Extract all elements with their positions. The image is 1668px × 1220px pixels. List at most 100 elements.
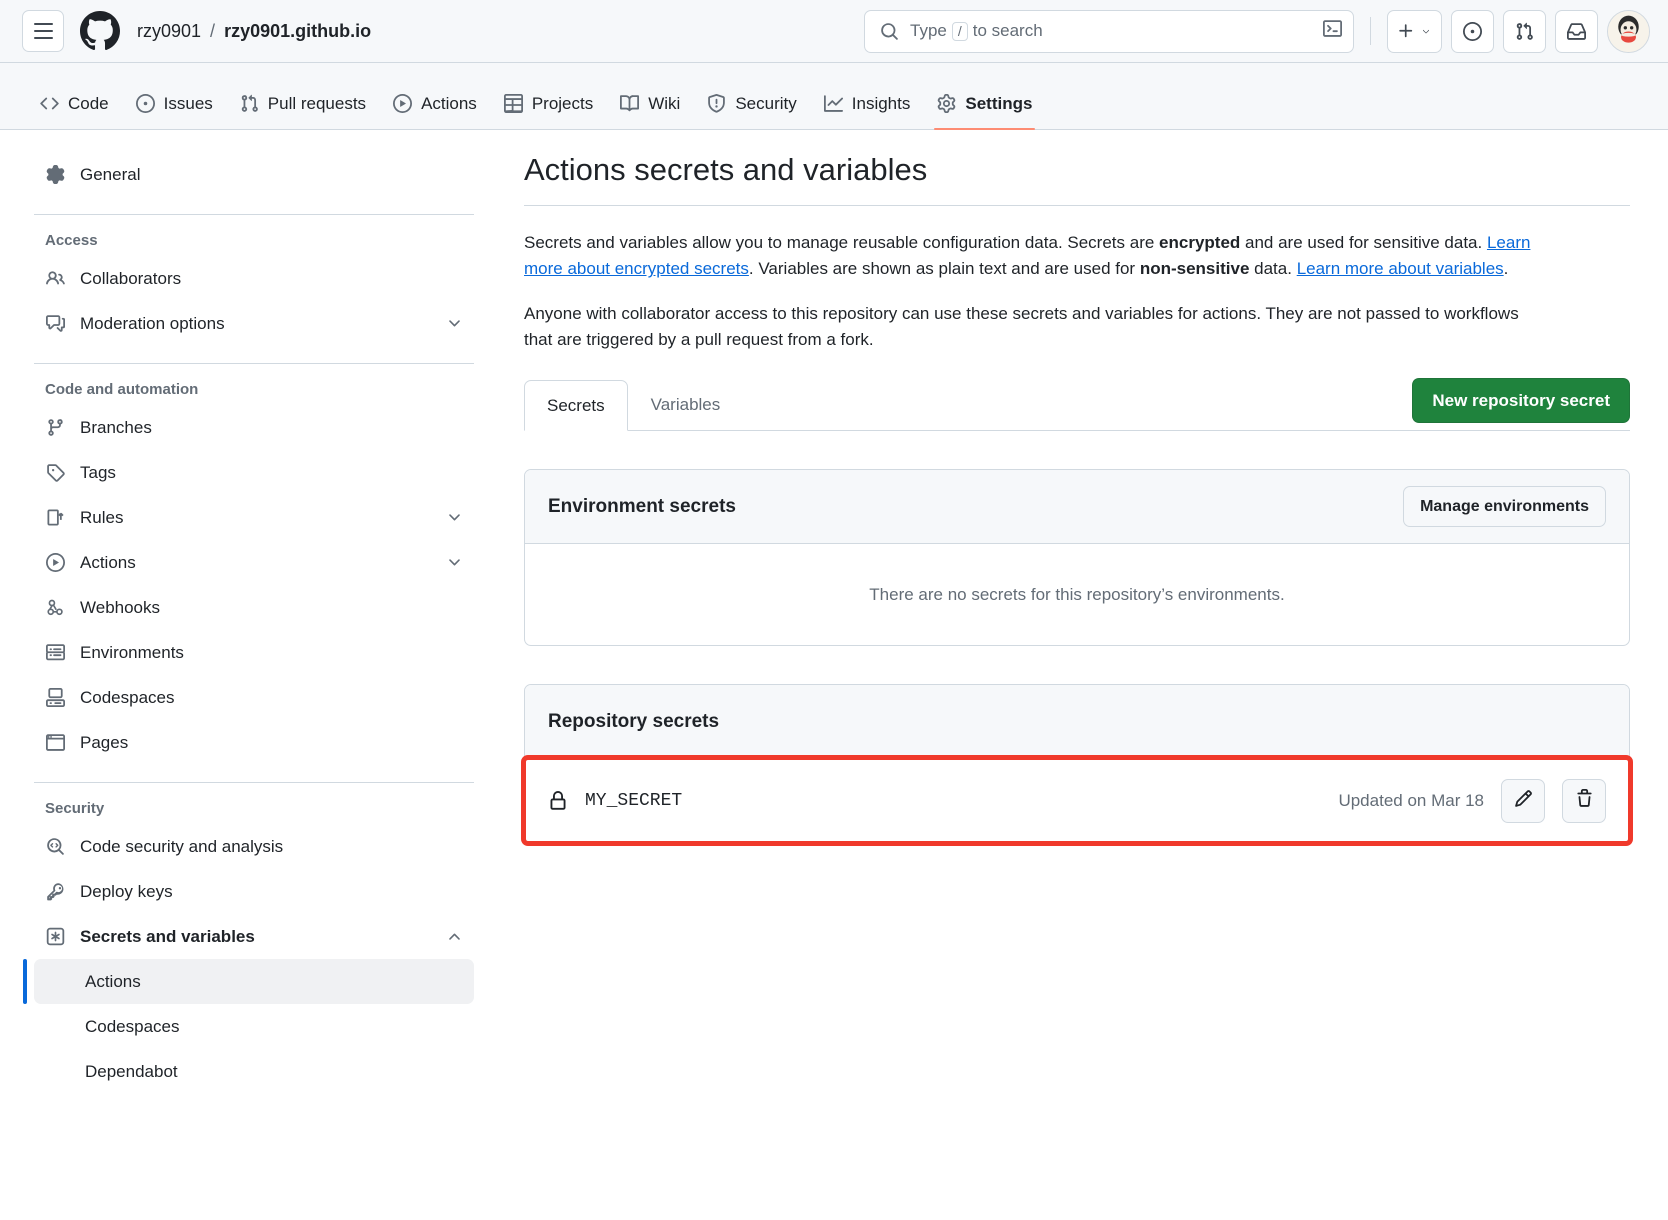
sidebar-item-label: Rules [80,507,124,527]
chevron-down-icon[interactable] [446,315,463,332]
breadcrumb-repo[interactable]: rzy0901.github.io [224,21,371,42]
plus-icon [1399,24,1413,38]
comment-discussion-icon [45,314,65,333]
sidebar-item-tags[interactable]: Tags [34,450,474,495]
edit-secret-button[interactable] [1501,778,1545,823]
sidebar-item-label: Actions [80,552,136,572]
highlight-annotation: MY_SECRET Updated on Mar 18 [521,755,1633,847]
play-icon [45,553,65,572]
chevron-down-icon[interactable] [446,509,463,526]
sidebar-item-code-security-and-analysis[interactable]: Code security and analysis [34,824,474,869]
notifications-button[interactable] [1555,9,1598,53]
tab-variables-label: Variables [650,394,721,414]
tab-insights[interactable]: Insights [812,77,923,129]
new-repository-secret-button[interactable]: New repository secret [1412,378,1630,424]
search-slash-key: / [951,21,968,41]
sidebar-item-label: Code security and analysis [80,836,284,856]
command-palette-icon[interactable] [1323,19,1342,43]
delete-secret-button[interactable] [1562,778,1606,823]
tab-security[interactable]: Security [695,77,808,129]
play-icon [393,93,413,113]
key-icon [45,882,65,901]
sidebar-heading-security: Security [45,800,105,817]
git-pull-request-icon [1516,22,1533,40]
tab-actions[interactable]: Actions [381,77,489,129]
sidebar-item-deploy-keys[interactable]: Deploy keys [34,869,474,914]
tab-projects[interactable]: Projects [492,77,605,129]
learn-more-variables-link[interactable]: Learn more about variables [1297,259,1504,278]
tab-secrets[interactable]: Secrets [524,380,628,432]
chevron-up-icon[interactable] [446,928,463,945]
tab-pull-requests[interactable]: Pull requests [228,77,378,129]
create-new-menu[interactable] [1387,9,1442,53]
sidebar-divider [34,363,474,364]
sidebar-item-rules[interactable]: Rules [34,495,474,540]
hamburger-icon-bar [33,23,53,25]
page-body: General Access Collaborators Moderation … [0,130,1668,1220]
search-input[interactable]: Type / to search [864,9,1354,53]
sidebar-subitem-codespaces[interactable]: Codespaces [34,1004,474,1049]
tab-variables[interactable]: Variables [628,379,744,430]
header-divider [1370,17,1371,45]
git-pull-request-icon [241,94,258,112]
trash-icon [1575,788,1594,813]
sidebar-subitem-label: Codespaces [85,1016,180,1036]
sidebar-item-secrets-and-variables[interactable]: Secrets and variables [34,914,474,959]
sidebar-item-webhooks[interactable]: Webhooks [34,585,474,630]
title-divider [524,205,1630,206]
chevron-down-icon[interactable] [446,554,463,571]
intro-text-5: . [1503,259,1509,279]
secret-name: MY_SECRET [585,790,683,811]
tab-settings-label: Settings [965,93,1033,113]
tab-wiki[interactable]: Wiki [608,77,692,129]
repository-secrets-panel: Repository secrets MY_SECRET Updated on … [521,684,1633,847]
repository-secrets-title: Repository secrets [548,710,720,732]
secrets-icon [45,927,65,946]
sidebar-item-label: Pages [80,732,129,752]
tab-code-label: Code [68,93,109,113]
pull-requests-button[interactable] [1503,9,1546,53]
header-actions: Type / to search [864,9,1650,53]
sidebar-subitem-actions[interactable]: Actions [23,959,474,1004]
sidebar-subitem-label: Dependabot [85,1061,178,1081]
main-content: Actions secrets and variables Secrets an… [502,130,1668,1220]
sidebar-item-general[interactable]: General [34,152,474,197]
breadcrumb-separator: / [210,20,216,41]
manage-environments-button[interactable]: Manage environments [1403,486,1606,528]
intro-text-1: Secrets and variables allow you to manag… [524,233,1160,252]
breadcrumb-owner[interactable]: rzy0901 [137,21,201,42]
intro-bold-encrypted: encrypted [1159,233,1241,252]
sidebar-item-actions[interactable]: Actions [34,540,474,585]
tab-insights-label: Insights [851,93,911,113]
sidebar-item-collaborators[interactable]: Collaborators [34,256,474,301]
sidebar-subitem-dependabot[interactable]: Dependabot [34,1049,474,1094]
sidebar-item-pages[interactable]: Pages [34,720,474,765]
sidebar-item-branches[interactable]: Branches [34,405,474,450]
sidebar-item-moderation-options[interactable]: Moderation options [34,301,474,346]
tab-issues[interactable]: Issues [124,77,225,129]
issue-opened-icon [135,93,155,113]
avatar[interactable] [1607,9,1650,53]
sidebar-item-environments[interactable]: Environments [34,630,474,675]
intro-paragraph-1: Secrets and variables allow you to manag… [524,230,1542,283]
sidebar-item-codespaces[interactable]: Codespaces [34,675,474,720]
issues-button[interactable] [1451,9,1494,53]
tab-code[interactable]: Code [28,77,121,129]
shield-icon [708,93,726,113]
search-placeholder: Type / to search [910,21,1043,41]
secret-list-item[interactable]: MY_SECRET Updated on Mar 18 [525,759,1629,843]
tab-wiki-label: Wiki [648,93,681,113]
tab-actions-label: Actions [421,93,477,113]
tab-projects-label: Projects [531,93,594,113]
github-mark-icon[interactable] [80,11,120,51]
sidebar-item-label: Webhooks [80,597,161,617]
intro-text-4: data. [1249,259,1297,279]
hamburger-menu-button[interactable] [22,10,64,52]
sidebar-item-label: Collaborators [80,268,182,288]
tab-settings[interactable]: Settings [925,77,1044,130]
book-icon [620,94,640,111]
secret-updated-date: Updated on Mar 18 [1338,790,1484,810]
tab-pull-requests-label: Pull requests [267,93,367,113]
sidebar-item-label: Deploy keys [80,881,173,901]
codescan-icon [45,837,65,856]
